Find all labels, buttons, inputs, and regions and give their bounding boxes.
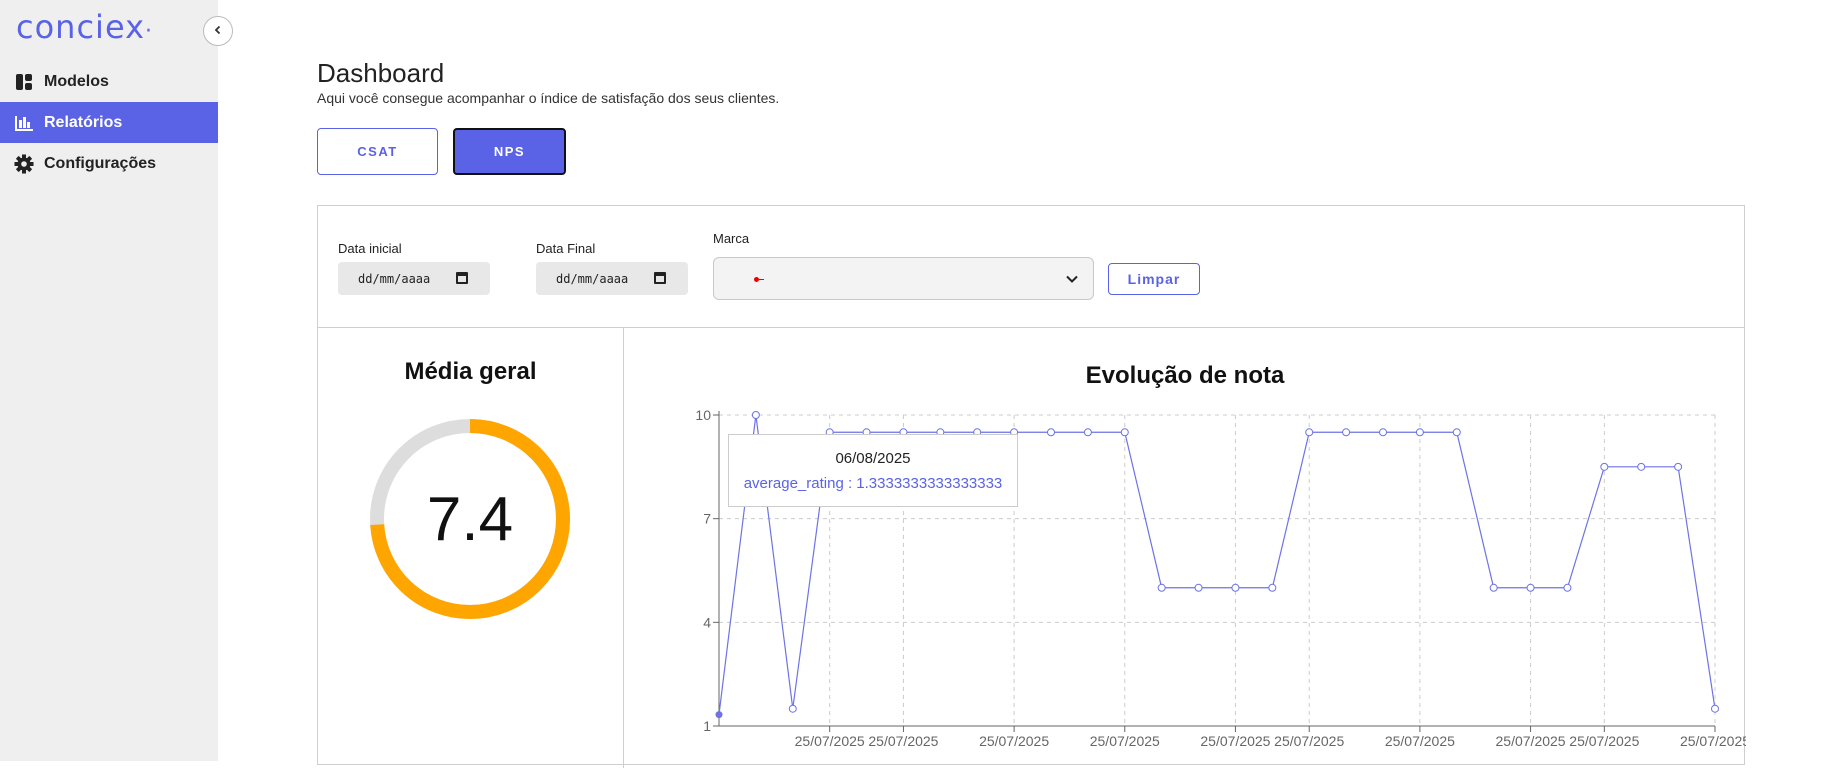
sidebar-nav: Modelos Relatórios Configurações: [0, 61, 218, 184]
y-tick-label: 1: [703, 718, 711, 734]
average-card: Média geral 7.4: [318, 328, 624, 768]
sidebar-item-label: Relatórios: [44, 113, 123, 131]
start-date-label: Data inicial: [338, 241, 402, 256]
data-point: [1231, 583, 1240, 592]
average-title: Média geral: [404, 358, 537, 385]
tab-nps[interactable]: NPS: [453, 128, 566, 175]
data-point: [1379, 428, 1387, 437]
sidebar-item-relatorios[interactable]: Relatórios: [0, 102, 218, 143]
gear-icon: [14, 154, 34, 174]
data-point: [1637, 462, 1646, 471]
x-tick-label: 25/07/2025: [1385, 733, 1455, 749]
x-tick-label: 25/07/2025: [1200, 733, 1270, 749]
x-tick-label: 25/07/2025: [1569, 733, 1639, 749]
data-point: [1415, 428, 1424, 437]
tooltip-value: average_rating : 1.3333333333333333: [743, 475, 1003, 492]
data-point: [1563, 583, 1572, 592]
data-point: [1194, 583, 1203, 592]
y-tick-label: 4: [703, 614, 711, 630]
dashboard-panel: Data inicial dd/mm/aaaa Data Final dd/mm…: [317, 205, 1746, 768]
x-tick-label: 25/07/2025: [1496, 733, 1566, 749]
collapse-sidebar-button[interactable]: [203, 16, 233, 46]
x-tick-label: 25/07/2025: [1090, 733, 1160, 749]
data-point: [788, 704, 797, 713]
brand-label: Marca: [713, 231, 750, 246]
brand-select[interactable]: [713, 257, 1094, 300]
x-tick-label: 25/07/2025: [979, 733, 1049, 749]
y-tick-label: 7: [703, 511, 711, 527]
evolution-chart: 1471025/07/2025 25/07/2025 25/07/2025 25/07…: [695, 407, 1746, 749]
x-tick-label: 25/07/2025: [1680, 733, 1746, 749]
bar-chart-icon: [14, 113, 34, 133]
filters-bar: Data inicial dd/mm/aaaa Data Final dd/mm…: [318, 206, 1744, 328]
data-point: [1489, 583, 1498, 592]
sidebar-item-label: Modelos: [44, 72, 109, 90]
data-point: [1157, 583, 1166, 592]
end-date-placeholder: dd/mm/aaaa: [556, 271, 629, 286]
data-point: [1674, 462, 1683, 471]
sidebar: conciex· Modelos Relatórios Configuraçõe…: [0, 0, 218, 761]
data-point: [1120, 428, 1129, 437]
data-point: [1305, 428, 1314, 437]
x-tick-label: 25/07/2025: [868, 733, 938, 749]
data-point: [1711, 704, 1719, 713]
sidebar-item-label: Configurações: [44, 154, 157, 172]
clear-filters-button[interactable]: Limpar: [1108, 263, 1200, 295]
data-point: [1526, 583, 1535, 592]
sidebar-item-modelos[interactable]: Modelos: [0, 61, 218, 102]
data-point: [1268, 583, 1277, 592]
data-point: [1083, 428, 1092, 437]
tooltip-date: 06/08/2025: [835, 450, 911, 467]
chart-tooltip: 06/08/2025 average_rating : 1.3333333333…: [728, 434, 1018, 507]
end-date-input[interactable]: dd/mm/aaaa: [536, 262, 688, 295]
x-tick-label: 25/07/2025: [795, 733, 865, 749]
end-date-label: Data Final: [536, 241, 596, 256]
y-tick-label: 10: [695, 407, 711, 423]
data-point: [1342, 428, 1351, 437]
start-date-input[interactable]: dd/mm/aaaa: [338, 262, 490, 295]
tab-csat[interactable]: CSAT: [317, 128, 438, 175]
calendar-icon[interactable]: [456, 272, 468, 284]
data-point: [1452, 428, 1461, 437]
data-point: [751, 411, 760, 419]
calendar-icon[interactable]: [654, 272, 666, 284]
models-icon: [14, 72, 34, 92]
chevron-down-icon: [1065, 272, 1079, 291]
start-date-placeholder: dd/mm/aaaa: [358, 271, 431, 286]
page-title: Dashboard: [317, 58, 445, 88]
data-point: [715, 711, 723, 719]
brand-color-dash: [759, 279, 764, 280]
data-point: [1047, 428, 1055, 437]
data-point: [1600, 462, 1609, 471]
x-tick-label: 25/07/2025: [1274, 733, 1344, 749]
sidebar-item-configuracoes[interactable]: Configurações: [0, 143, 218, 184]
logo[interactable]: conciex·: [16, 8, 153, 46]
chevron-left-icon: [213, 22, 223, 40]
evolution-card: Evolução de nota 1 4 7 10 25/07/2025 25/07/20…: [624, 328, 1746, 768]
average-value: 7.4: [426, 484, 514, 554]
page-subtitle: Aqui você consegue acompanhar o índice d…: [317, 90, 780, 106]
